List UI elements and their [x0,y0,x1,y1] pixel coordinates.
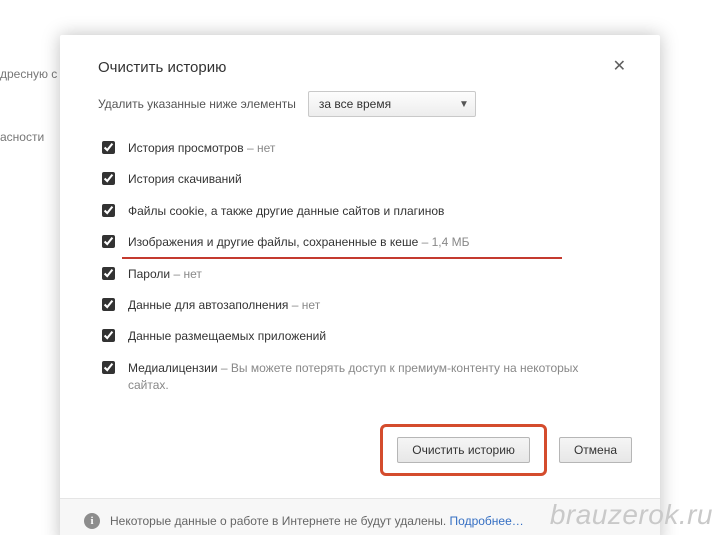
time-range-value: за все время [319,97,391,111]
dialog-subheader: Удалить указанные ниже элементы за все в… [60,87,660,129]
checkbox-cookies[interactable] [102,204,115,217]
options-list: История просмотров – нет История скачива… [60,129,660,402]
option-label: История скачиваний [128,171,242,188]
chevron-down-icon: ▼ [459,99,469,110]
subheader-text: Удалить указанные ниже элементы [98,97,296,111]
cancel-button[interactable]: Отмена [559,437,632,463]
highlight-underline [122,257,562,259]
dialog-header: Очистить историю ✕ [60,35,660,87]
checkbox-passwords[interactable] [102,267,115,280]
dialog-title: Очистить историю [98,59,226,76]
checkbox-media-licenses[interactable] [102,361,115,374]
time-range-select[interactable]: за все время ▼ [308,91,476,117]
option-label: Данные для автозаполнения – нет [128,297,320,314]
option-download-history: История скачиваний [98,164,630,195]
option-label: Медиалицензии – Вы можете потерять досту… [128,360,608,395]
dialog-buttons: Очистить историю Отмена [60,402,660,498]
checkbox-download-history[interactable] [102,172,115,185]
learn-more-link[interactable]: Подробнее… [450,514,524,528]
watermark: brauzerok.ru [550,499,713,531]
background-text-2: асности [0,130,44,144]
option-passwords: Пароли – нет [98,259,630,290]
checkbox-browsing-history[interactable] [102,141,115,154]
option-label: Изображения и другие файлы, сохраненные … [128,234,470,251]
option-label: История просмотров – нет [128,140,275,157]
option-hosted-apps: Данные размещаемых приложений [98,321,630,352]
option-browsing-history: История просмотров – нет [98,133,630,164]
option-media-licenses: Медиалицензии – Вы можете потерять досту… [98,353,630,402]
clear-history-button[interactable]: Очистить историю [397,437,530,463]
option-label: Пароли – нет [128,266,202,283]
option-label: Данные размещаемых приложений [128,328,326,345]
highlight-primary-box: Очистить историю [380,424,547,476]
footer-text: Некоторые данные о работе в Интернете не… [110,514,524,528]
option-autofill: Данные для автозаполнения – нет [98,290,630,321]
close-icon[interactable]: ✕ [609,57,630,77]
info-icon: i [84,513,100,529]
clear-history-dialog: Очистить историю ✕ Удалить указанные ниж… [60,35,660,535]
background-text-1: дресную с [0,67,57,81]
option-cookies: Файлы cookie, а также другие данные сайт… [98,196,630,227]
checkbox-hosted-apps[interactable] [102,329,115,342]
option-label: Файлы cookie, а также другие данные сайт… [128,203,444,220]
option-cached-images: Изображения и другие файлы, сохраненные … [98,227,630,258]
checkbox-autofill[interactable] [102,298,115,311]
checkbox-cached-images[interactable] [102,235,115,248]
